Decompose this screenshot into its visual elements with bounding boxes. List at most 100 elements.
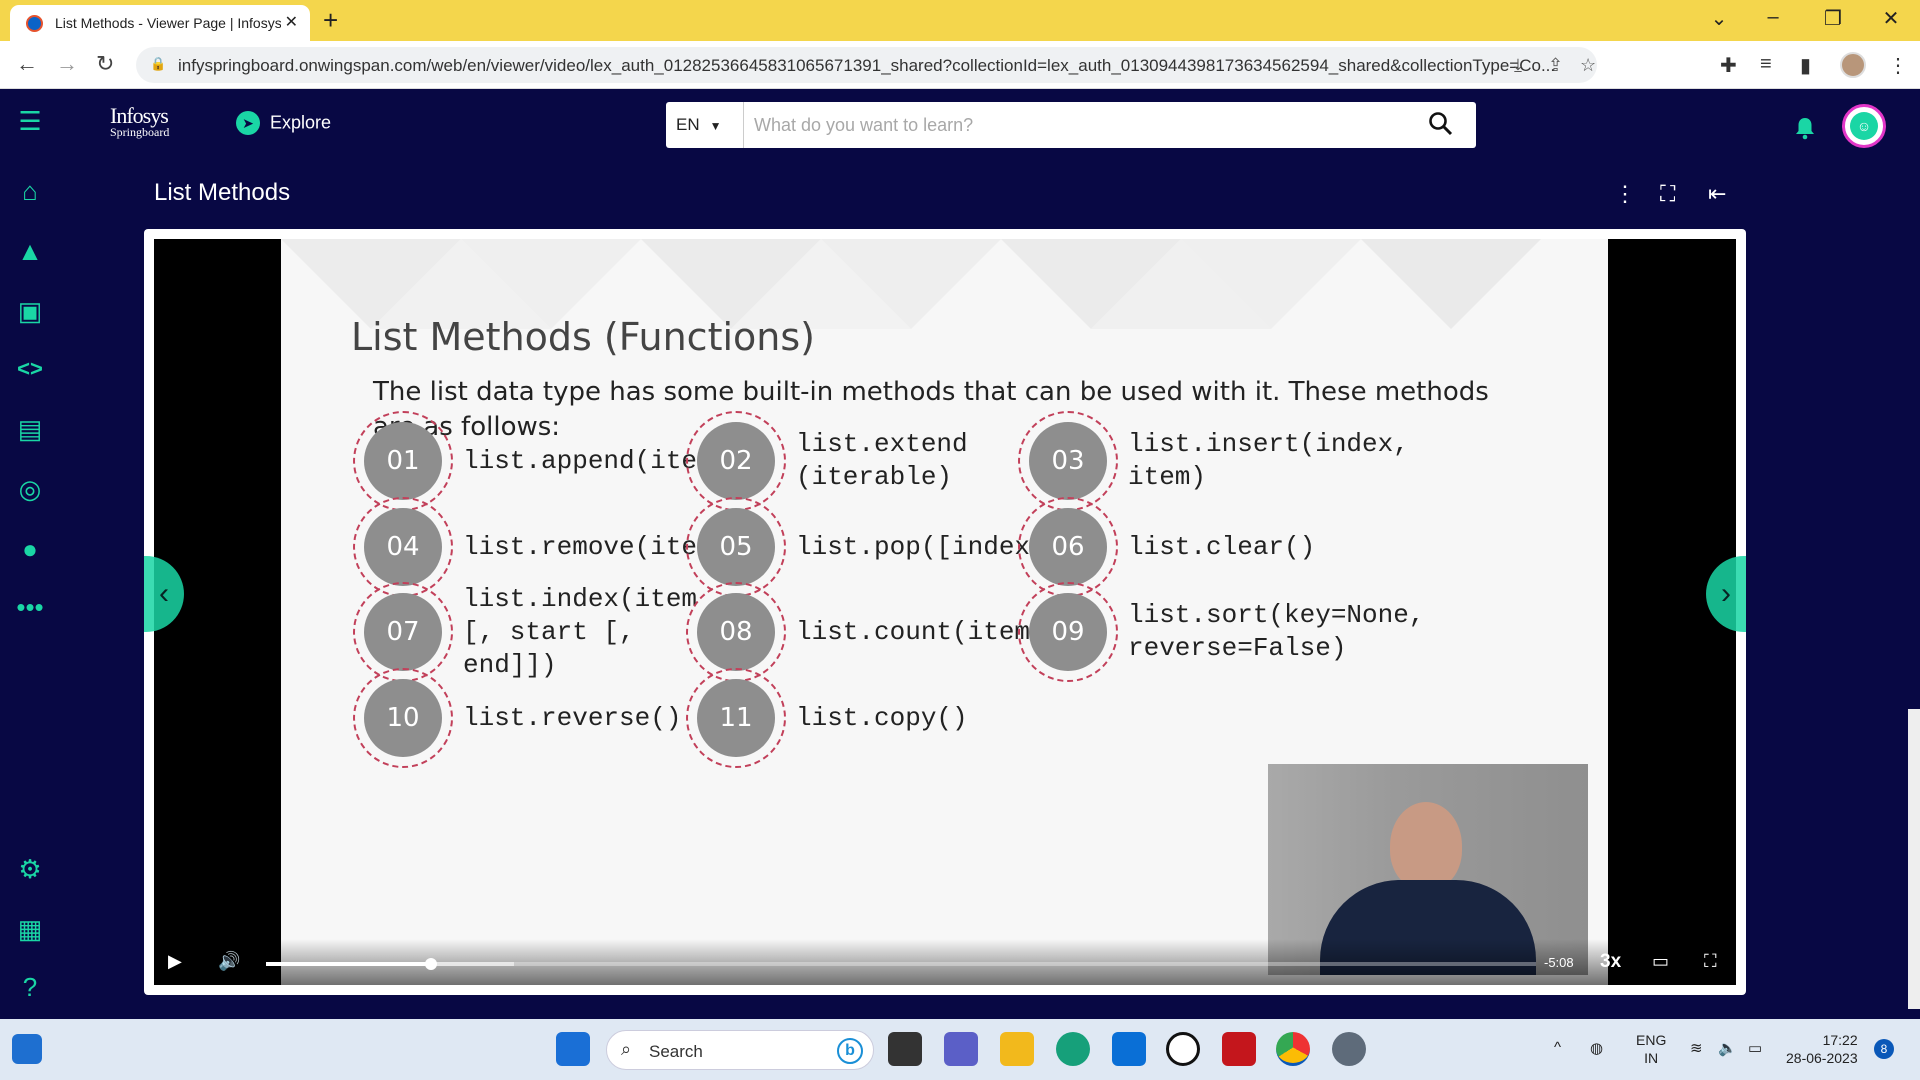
taskbar-search[interactable]: ⌕ Search b <box>606 1030 874 1070</box>
player-controls: ▶ 🔊 -5:08 3x ▭ ⛶ <box>154 939 1736 985</box>
extensions-icon[interactable]: ✚ <box>1720 53 1737 78</box>
picture-in-picture-icon[interactable]: ▭ <box>1652 951 1669 972</box>
back-button[interactable]: ← <box>16 51 38 77</box>
input-language[interactable]: ENG IN <box>1636 1031 1666 1067</box>
more-options-icon[interactable]: ⋮ <box>1614 181 1636 207</box>
method-signature: list.extend (iterable) <box>796 429 968 492</box>
minimize-button[interactable]: – <box>1758 6 1788 29</box>
method-signature: list.count(item) <box>796 616 1046 647</box>
chrome-icon[interactable] <box>1276 1032 1310 1066</box>
side-panel-icon[interactable]: ▮ <box>1800 53 1811 78</box>
network-status-icon[interactable]: ◍ <box>1590 1039 1603 1057</box>
code-icon[interactable]: <> <box>12 351 48 387</box>
progress-handle[interactable] <box>425 958 438 970</box>
method-number: 05 <box>697 508 775 586</box>
new-tab-button[interactable]: + <box>323 6 338 34</box>
url-text[interactable]: infyspringboard.onwingspan.com/web/en/vi… <box>178 56 1558 76</box>
show-hidden-icons-icon[interactable]: ^ <box>1554 1039 1561 1056</box>
search-input[interactable] <box>754 110 1354 140</box>
method-number-badge: 02 <box>686 411 786 511</box>
close-window-button[interactable]: ✕ <box>1876 6 1906 31</box>
method-signature: list.reverse() <box>463 702 682 733</box>
battery-icon[interactable]: ▭ <box>1748 1039 1762 1057</box>
bookmark-star-icon[interactable]: ☆ <box>1580 55 1596 76</box>
community-icon[interactable]: ● <box>12 531 48 567</box>
notification-count-badge[interactable]: 8 <box>1874 1039 1894 1059</box>
video-surface[interactable]: List Methods (Functions) The list data t… <box>154 239 1736 985</box>
media-controls-icon[interactable]: ≡ <box>1760 53 1772 76</box>
explore-button[interactable]: ➤ Explore <box>236 111 331 141</box>
method-number-badge: 01 <box>353 411 453 511</box>
navigate-icon[interactable]: ▲ <box>12 233 48 269</box>
bing-icon[interactable]: b <box>837 1038 863 1064</box>
address-bar[interactable]: 🔒 infyspringboard.onwingspan.com/web/en/… <box>136 47 1597 83</box>
play-icon[interactable]: ▶ <box>168 951 182 972</box>
task-view-icon[interactable] <box>888 1032 922 1066</box>
edge-icon[interactable] <box>1056 1032 1090 1066</box>
search-icon[interactable] <box>1428 111 1454 137</box>
fullscreen-icon[interactable]: ⛶ <box>1660 181 1675 207</box>
time-remaining: -5:08 <box>1544 955 1574 970</box>
method-number: 03 <box>1029 422 1107 500</box>
dell-icon[interactable] <box>1166 1032 1200 1066</box>
language-select[interactable]: EN ▼ <box>666 102 744 148</box>
progress-played <box>266 962 432 966</box>
tab-close-icon[interactable]: ✕ <box>285 12 298 32</box>
mcafee-icon[interactable] <box>1222 1032 1256 1066</box>
page-scrollbar[interactable] <box>1908 709 1920 1009</box>
reload-button[interactable]: ↻ <box>96 51 114 77</box>
menu-hamburger-icon[interactable]: ☰ <box>12 103 48 139</box>
browser-profile-avatar[interactable] <box>1840 52 1866 78</box>
volume-icon[interactable]: 🔊 <box>218 951 240 972</box>
method-signature: list.clear() <box>1128 531 1316 562</box>
chat-icon[interactable]: ▤ <box>12 411 48 447</box>
progress-bar[interactable] <box>266 958 1536 970</box>
site-info-icon[interactable]: 🔒 <box>150 56 166 72</box>
badge-icon[interactable]: ▣ <box>12 293 48 329</box>
file-explorer-icon[interactable] <box>1000 1032 1034 1066</box>
forward-button[interactable]: → <box>56 51 78 77</box>
tab-search-icon[interactable]: ⌄ <box>1704 6 1734 31</box>
playback-speed-button[interactable]: 3x <box>1600 951 1621 973</box>
infosys-springboard-logo[interactable]: Infosys Springboard <box>110 103 169 140</box>
logo-line2: Springboard <box>110 125 170 139</box>
home-icon[interactable]: ⌂ <box>12 173 48 209</box>
taskbar-search-label: Search <box>649 1042 703 1061</box>
target-icon[interactable]: ◎ <box>12 471 48 507</box>
wifi-icon[interactable]: ≋ <box>1690 1039 1703 1057</box>
help-icon[interactable]: ? <box>12 969 48 1005</box>
method-number: 04 <box>364 508 442 586</box>
start-menu-icon[interactable] <box>556 1032 590 1066</box>
player-fullscreen-icon[interactable]: ⛶ <box>1704 951 1717 972</box>
system-clock[interactable]: 17:22 28-06-2023 <box>1786 1031 1858 1067</box>
user-avatar[interactable]: ☺ <box>1842 104 1886 148</box>
page-title: List Methods <box>154 179 291 206</box>
apps-grid-icon[interactable]: ▦ <box>12 911 48 947</box>
restore-button[interactable]: ❐ <box>1818 6 1848 31</box>
widgets-icon[interactable] <box>12 1034 42 1064</box>
settings-app-icon[interactable] <box>1332 1032 1366 1066</box>
browser-menu-icon[interactable]: ⋮ <box>1888 53 1908 78</box>
method-number-badge: 09 <box>1018 582 1118 682</box>
clock-date: 28-06-2023 <box>1786 1050 1858 1066</box>
more-icon[interactable]: ••• <box>12 589 48 625</box>
notification-bell-icon[interactable] <box>1792 115 1818 141</box>
lang-line1: ENG <box>1636 1032 1667 1048</box>
avatar-icon: ☺ <box>1850 112 1878 140</box>
collapse-toc-icon[interactable]: ⇤ <box>1708 181 1726 207</box>
caret-down-icon: ▼ <box>709 119 722 133</box>
method-signature: list.index(item [, start [, end]]) <box>463 583 698 680</box>
method-number: 09 <box>1029 593 1107 671</box>
install-app-icon[interactable]: ⤓ <box>1514 55 1522 76</box>
speaker-icon[interactable]: 🔈 <box>1718 1039 1737 1057</box>
method-signature: list.sort(key=None, reverse=False) <box>1128 600 1425 663</box>
browser-tab-bar: List Methods - Viewer Page | Infosys ✕ +… <box>0 0 1920 41</box>
store-icon[interactable] <box>1112 1032 1146 1066</box>
settings-gear-icon[interactable]: ⚙ <box>12 851 48 887</box>
method-signature: list.copy() <box>796 702 968 733</box>
method-number-badge: 08 <box>686 582 786 682</box>
share-icon[interactable]: ⇪ <box>1548 55 1563 76</box>
browser-tab[interactable]: List Methods - Viewer Page | Infosys ✕ <box>10 5 310 41</box>
teams-chat-icon[interactable] <box>944 1032 978 1066</box>
method-number: 07 <box>364 593 442 671</box>
